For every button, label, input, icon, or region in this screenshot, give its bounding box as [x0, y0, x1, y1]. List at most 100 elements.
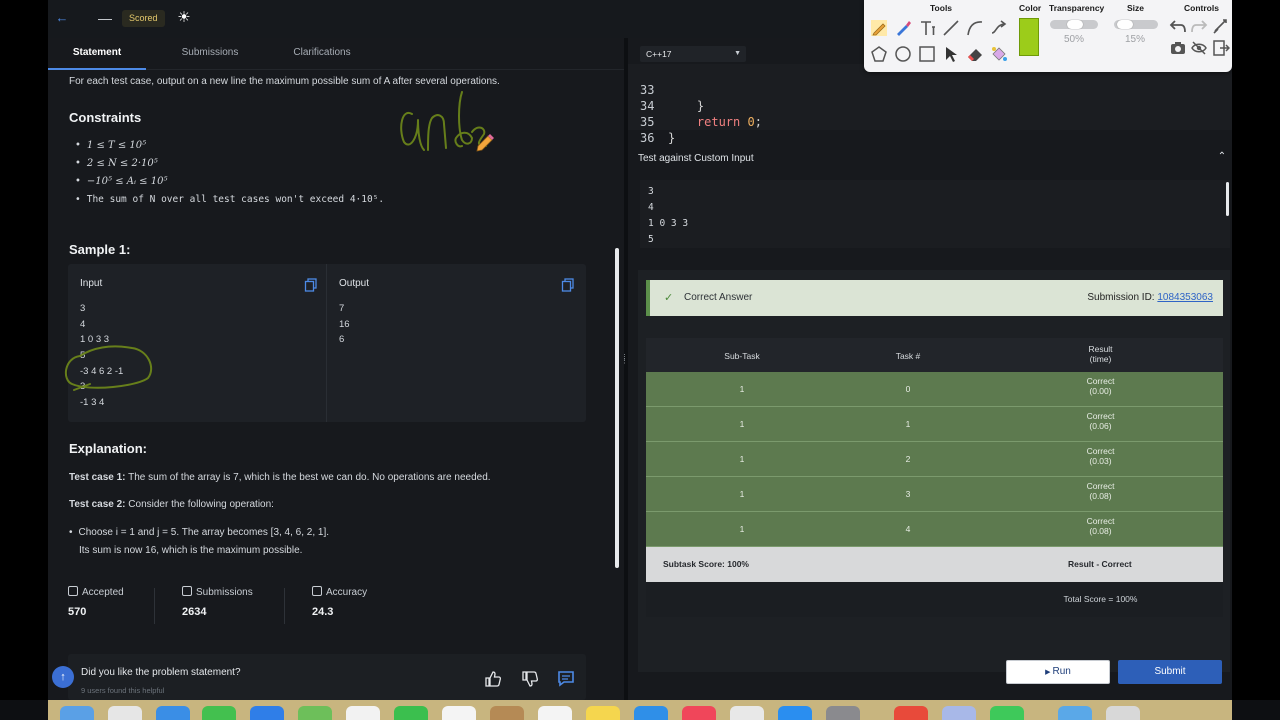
freeform-icon[interactable]	[634, 706, 668, 720]
app-store-icon[interactable]	[778, 706, 812, 720]
scroll-to-top-icon[interactable]: ↑	[52, 666, 74, 688]
constraints-heading: Constraints	[69, 110, 142, 125]
submit-button[interactable]: Submit	[1118, 660, 1222, 684]
mail-icon[interactable]	[250, 706, 284, 720]
header-time-label: (time)	[1089, 354, 1112, 364]
undo-icon[interactable]	[1169, 17, 1187, 35]
panel-resize-handle[interactable]: ⋮ ⋮	[621, 354, 628, 380]
custom-input-heading[interactable]: Test against Custom Input	[638, 153, 754, 164]
language-value: C++17	[646, 49, 672, 59]
system-settings-icon[interactable]	[826, 706, 860, 720]
chrome-icon[interactable]	[894, 706, 928, 720]
cell-task: 2	[905, 454, 911, 464]
numbers-icon[interactable]	[730, 706, 764, 720]
statement-scrollbar[interactable]	[615, 248, 619, 568]
copy-input-icon[interactable]	[304, 278, 318, 292]
cell-result-text: Correct	[1086, 446, 1115, 456]
safari-icon[interactable]	[156, 706, 190, 720]
minimize-icon[interactable]: —	[98, 10, 112, 26]
transparency-slider-knob[interactable]	[1067, 20, 1083, 29]
circle-tool-icon[interactable]	[894, 45, 912, 63]
color-swatch[interactable]	[1019, 18, 1039, 56]
pentagon-tool-icon[interactable]	[870, 45, 888, 63]
cell-result-text: Correct	[1086, 481, 1115, 491]
finder-icon[interactable]	[60, 706, 94, 720]
submission-id-link[interactable]: 1084353063	[1157, 292, 1213, 303]
calendar-icon[interactable]	[442, 706, 476, 720]
launchpad-icon[interactable]	[108, 706, 142, 720]
whatsapp-icon[interactable]	[990, 706, 1024, 720]
custom-input-scrollbar[interactable]	[1226, 182, 1229, 216]
stat-accepted: Accepted 570	[68, 586, 124, 628]
hide-annotations-icon[interactable]	[1190, 39, 1208, 57]
cell-result: Correct (0.06)	[978, 411, 1223, 431]
input-line: 4	[80, 318, 86, 330]
check-icon: ✓	[664, 292, 674, 304]
preview-icon[interactable]	[942, 706, 976, 720]
table-row: 1 2 Correct (0.03)	[646, 442, 1223, 477]
camera-icon[interactable]	[1169, 39, 1187, 57]
photos-icon[interactable]	[346, 706, 380, 720]
total-score-row: Total Score = 100%	[646, 582, 1223, 617]
submissions-value: 2634	[182, 606, 207, 618]
line-tool-icon[interactable]	[942, 19, 960, 37]
back-arrow-icon[interactable]: ←	[54, 10, 70, 26]
arrow-tool-icon[interactable]	[990, 19, 1008, 37]
size-slider-knob[interactable]	[1117, 20, 1133, 29]
sample-io-box: Input 3 4 1 0 3 3 5 -3 4 6 2 -1 3 -1 3 4…	[68, 264, 586, 422]
code-editor[interactable]: 33 } 34 return 0; 35 } 36	[628, 64, 1232, 145]
cell-subtask: 1	[739, 489, 745, 499]
exit-icon[interactable]	[1212, 39, 1230, 57]
pencil-icon[interactable]	[870, 19, 888, 37]
editor-panel: C++17 ▼ 33 } 34 return 0; 35 } 36 Test a…	[628, 38, 1232, 700]
feedback-question: Did you like the problem statement?	[81, 667, 241, 678]
table-row: 1 0 Correct (0.00)	[646, 372, 1223, 407]
run-button[interactable]: ▶ Run	[1006, 660, 1110, 684]
thumbs-down-icon[interactable]	[521, 670, 539, 688]
marker-icon[interactable]	[894, 19, 912, 37]
subtask-score-row: Subtask Score: 100% Result - Correct	[646, 547, 1223, 582]
cursor-icon[interactable]	[942, 45, 960, 63]
cell-subtask: 1	[739, 384, 745, 394]
redo-icon[interactable]	[1190, 17, 1208, 35]
contacts-icon[interactable]	[490, 706, 524, 720]
eraser-icon[interactable]	[966, 45, 984, 63]
code-line: 34 return 0;	[628, 82, 1232, 129]
accuracy-icon	[312, 586, 322, 596]
sample-output-label: Output	[339, 278, 370, 289]
reminders-icon[interactable]	[538, 706, 572, 720]
fill-bucket-icon[interactable]	[990, 45, 1008, 63]
language-select[interactable]: C++17 ▼	[640, 46, 746, 62]
trash-icon[interactable]	[1106, 706, 1140, 720]
maps-icon[interactable]	[298, 706, 332, 720]
comment-icon[interactable]	[557, 670, 575, 688]
facetime-icon[interactable]	[394, 706, 428, 720]
thumbs-up-icon[interactable]	[484, 670, 502, 688]
tab-clarifications[interactable]: Clarifications	[282, 38, 362, 70]
notes-icon[interactable]	[586, 706, 620, 720]
tab-submissions[interactable]: Submissions	[170, 38, 250, 70]
annotation-toolbar: Tools Color Transparency Size Controls 5…	[864, 0, 1232, 72]
chevron-down-icon: ▼	[734, 50, 741, 57]
downloads-folder-icon[interactable]	[1058, 706, 1092, 720]
rectangle-tool-icon[interactable]	[918, 45, 936, 63]
tab-statement[interactable]: Statement	[48, 38, 146, 70]
submissions-label: Submissions	[196, 587, 253, 598]
messages-icon[interactable]	[202, 706, 236, 720]
custom-input-line: 3	[648, 186, 654, 197]
custom-input-line: 1 0 3 3	[648, 218, 689, 229]
text-tool-icon[interactable]	[918, 19, 936, 37]
submission-result: ✓ Correct Answer Submission ID: 10843530…	[638, 270, 1230, 672]
table-row: 1 3 Correct (0.08)	[646, 477, 1223, 512]
clear-all-icon[interactable]	[1212, 17, 1230, 35]
run-label: Run	[1052, 666, 1071, 677]
test-case-2-text: Test case 2: Consider the following oper…	[69, 499, 274, 510]
input-line: 1 0 3 3	[80, 334, 110, 346]
chevron-up-icon[interactable]: ⌃	[1216, 151, 1228, 163]
music-icon[interactable]	[682, 706, 716, 720]
copy-output-icon[interactable]	[561, 278, 575, 292]
header-result: Result (time)	[978, 344, 1223, 364]
theme-toggle-sun-icon[interactable]: ☀	[176, 9, 192, 27]
curve-tool-icon[interactable]	[966, 19, 984, 37]
custom-input-textarea[interactable]: 3 4 1 0 3 3 5	[640, 180, 1230, 248]
